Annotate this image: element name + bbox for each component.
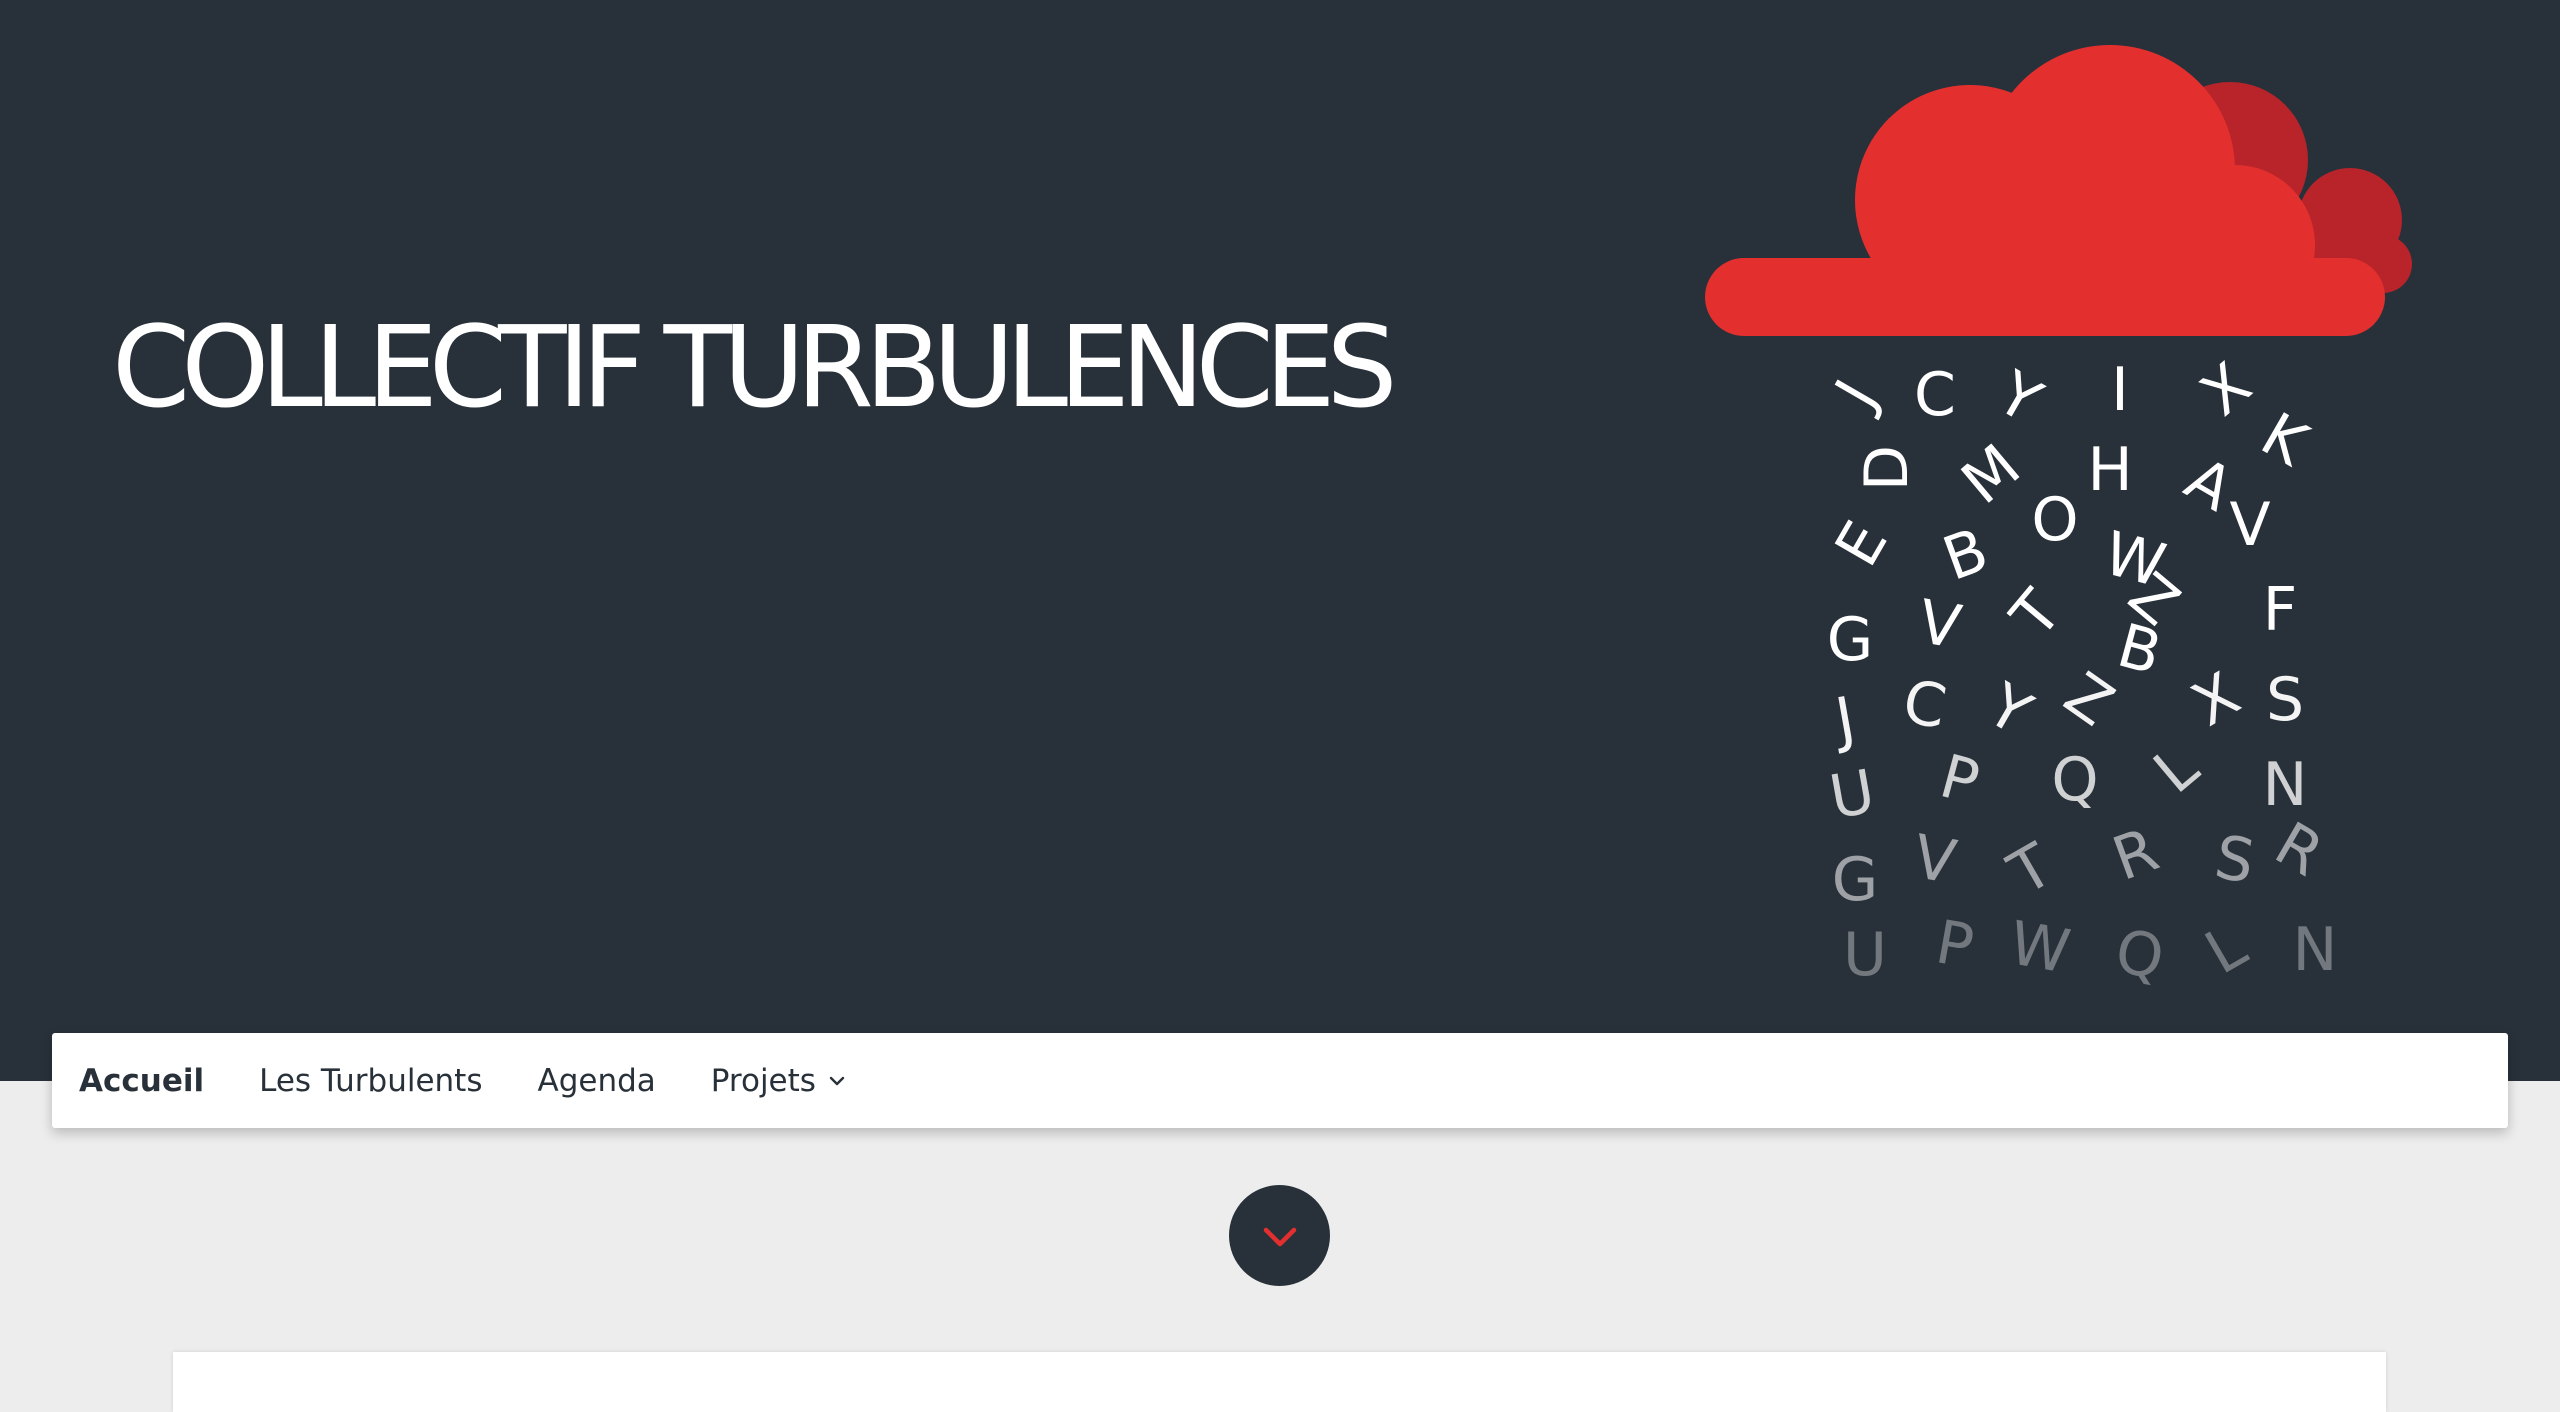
falling-letter: L [2194, 911, 2258, 989]
falling-letter: S [2210, 822, 2260, 898]
falling-letter: I [2111, 355, 2129, 425]
chevron-down-icon [829, 1076, 845, 1085]
nav-item-projets[interactable]: Projets [711, 1063, 846, 1099]
falling-letter: R [2104, 815, 2167, 895]
nav-item-accueil[interactable]: Accueil [79, 1063, 204, 1099]
falling-letter: V [1913, 587, 1966, 663]
falling-letter: T [1997, 830, 2065, 910]
falling-letter: J [1820, 369, 1891, 423]
falling-letter: J [1827, 684, 1861, 757]
falling-letter: X [2181, 659, 2252, 740]
hero-banner: COLLECTIF TURBULENCES JCYIXKDMHAOEBWVGVT… [0, 0, 2560, 1081]
scroll-down-button[interactable] [1229, 1185, 1330, 1286]
nav-item-label: Accueil [79, 1062, 205, 1099]
cloud-logo: JCYIXKDMHAOEBWVGVTZFBJCYZXSUPQLNGVTRSRUP… [1690, 20, 2470, 1000]
falling-letter: M [1949, 431, 2034, 518]
falling-letter: W [2004, 908, 2075, 987]
cloud-shape [1705, 45, 2385, 336]
falling-letter: L [2141, 732, 2212, 807]
falling-letter: V [2229, 490, 2270, 560]
falling-letter: R [2263, 809, 2334, 890]
falling-letter: N [2293, 915, 2338, 985]
content-card [173, 1352, 2386, 1412]
falling-letters: J C Y I XKD M H AOE B W VG V T Z FBJ C Y Z X SU P Q L NG V T R S RU P… [1820, 350, 2337, 994]
falling-letter: Y [1975, 670, 2043, 750]
falling-letter: C [1898, 667, 1951, 743]
falling-letter: O [2031, 485, 2078, 555]
falling-letter: D [1852, 445, 1922, 491]
nav-item-label: Agenda [537, 1062, 656, 1099]
main-navbar: Accueil Les Turbulents Agenda Projets [52, 1033, 2508, 1128]
falling-letter: F [2263, 575, 2298, 645]
falling-letter: G [1832, 845, 1879, 915]
falling-letter: S [2266, 665, 2304, 735]
nav-item-les-turbulents[interactable]: Les Turbulents [259, 1063, 482, 1099]
nav-item-label: Les Turbulents [259, 1062, 483, 1099]
falling-letter: X [2188, 350, 2264, 430]
falling-letter: E [1822, 510, 1902, 578]
falling-letter: U [1825, 757, 1880, 834]
falling-letter: U [1843, 920, 1887, 990]
chevron-down-icon [1263, 1227, 1296, 1246]
falling-letter: K [2249, 400, 2320, 481]
falling-letter: Y [1985, 358, 2053, 438]
falling-letter: C [1914, 360, 1956, 430]
falling-letter: G [1827, 605, 1874, 675]
cloud-raining-letters-logo: J C Y I XKD M H AOE B W VG V T Z FBJ C Y Z X SU P Q L NG V T R S RU P… [1705, 45, 2412, 994]
site-title: COLLECTIF TURBULENCES [112, 303, 1398, 433]
falling-letter: H [2087, 435, 2132, 505]
falling-letter: P [1933, 741, 1986, 818]
falling-letter: T [1997, 577, 2075, 651]
falling-letter: P [1931, 907, 1979, 982]
falling-letter: B [1934, 515, 1997, 595]
falling-letter: Q [2110, 916, 2169, 993]
falling-letter: V [1908, 822, 1961, 898]
nav-item-label: Projets [710, 1062, 816, 1099]
nav-item-agenda[interactable]: Agenda [537, 1063, 655, 1099]
falling-letter: Q [2051, 745, 2098, 815]
